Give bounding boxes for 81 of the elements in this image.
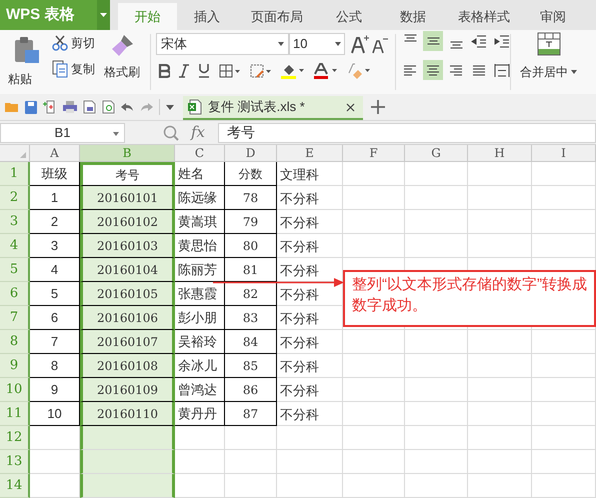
table-cell: 不分科 [277,330,343,354]
table-cell: 不分科 [277,378,343,402]
table-cell: 83 [225,306,277,330]
table-cell: 不分科 [277,402,343,426]
table-cell: 不分科 [277,210,343,234]
menu-tab[interactable]: 插入 [177,3,237,30]
row-header[interactable]: 12 [0,426,30,450]
copy-button[interactable]: 复制 [52,60,95,78]
row-header[interactable]: 10 [0,378,30,402]
name-box[interactable]: B1 [0,122,125,142]
table-cell: 陈远缘 [175,186,225,210]
menu-tab[interactable]: 审阅 [523,3,583,30]
menu-tab[interactable]: 数据 [381,3,445,30]
row-header[interactable]: 8 [0,330,30,354]
table-cell: 分数 [225,162,277,186]
row-header[interactable]: 3 [0,210,30,234]
row-header[interactable]: 13 [0,450,30,474]
table-cell: 87 [225,402,277,426]
table-cell: 81 [225,258,277,282]
menu-tab[interactable]: 页面布局 [237,3,317,30]
table-cell: 不分科 [277,354,343,378]
column-header[interactable]: F [343,145,405,161]
row-header[interactable]: 5 [0,258,30,282]
table-cell: 20160102 [80,210,175,234]
table-cell: 85 [225,354,277,378]
table-cell: 曾鸿达 [175,378,225,402]
table-cell: 84 [225,330,277,354]
table-cell: 20160104 [80,258,175,282]
table-cell: 吴裕玲 [175,330,225,354]
table-cell: 20160109 [80,378,175,402]
paste-button[interactable]: 粘贴 [8,70,32,88]
table-cell: 82 [225,282,277,306]
table-cell: 86 [225,378,277,402]
cut-button[interactable]: 剪切 [52,34,95,52]
table-cell: 考号 [80,162,175,186]
table-cell: 姓名 [175,162,225,186]
table-cell: 20160105 [80,282,175,306]
table-cell: 不分科 [277,234,343,258]
column-header[interactable]: I [532,145,596,161]
row-header[interactable]: 11 [0,402,30,426]
row-header[interactable]: 1 [0,162,30,186]
column-header[interactable]: C [175,145,225,161]
column-header[interactable]: E [277,145,343,161]
font-size-dropdown[interactable]: 10 [289,33,345,55]
document-tab[interactable]: 复件 测试表.xls * [183,96,363,120]
function-button[interactable]: fx [191,121,206,144]
callout-box: 整列“以文本形式存储的数字”转换成数字成功。 [343,270,596,327]
table-cell: 黄丹丹 [175,402,225,426]
column-header[interactable]: G [405,145,468,161]
table-cell: 陈丽芳 [175,258,225,282]
table-cell: 79 [225,210,277,234]
formula-input[interactable]: 考号 [218,122,596,142]
table-cell: 20160101 [80,186,175,210]
table-cell: 彭小朋 [175,306,225,330]
format-painter-button[interactable]: 格式刷 [104,63,140,81]
table-cell: 20160110 [80,402,175,426]
row-header[interactable]: 9 [0,354,30,378]
table-cell: 不分科 [277,186,343,210]
menu-tab[interactable]: 开始 [118,3,177,30]
table-cell: 20160103 [80,234,175,258]
table-cell: 张惠霞 [175,282,225,306]
row-header[interactable]: 6 [0,282,30,306]
menu-tab[interactable]: 公式 [317,3,381,30]
font-name-dropdown[interactable]: 宋体 [156,33,289,55]
menu-tab[interactable]: 表格样式 [445,3,523,30]
table-cell: 20160107 [80,330,175,354]
merge-center-button[interactable]: 合并居中 [520,63,577,81]
row-header[interactable]: 7 [0,306,30,330]
column-header[interactable]: D [225,145,277,161]
table-cell: 黄嵩琪 [175,210,225,234]
table-cell: 78 [225,186,277,210]
row-header[interactable]: 14 [0,474,30,498]
table-cell: 20160106 [80,306,175,330]
column-header[interactable]: H [468,145,532,161]
row-header[interactable]: 4 [0,234,30,258]
table-cell: 余冰儿 [175,354,225,378]
table-cell: 黄思怡 [175,234,225,258]
table-cell: 20160108 [80,354,175,378]
table-cell: 文理科 [277,162,343,186]
row-header[interactable]: 2 [0,186,30,210]
table-cell: 80 [225,234,277,258]
